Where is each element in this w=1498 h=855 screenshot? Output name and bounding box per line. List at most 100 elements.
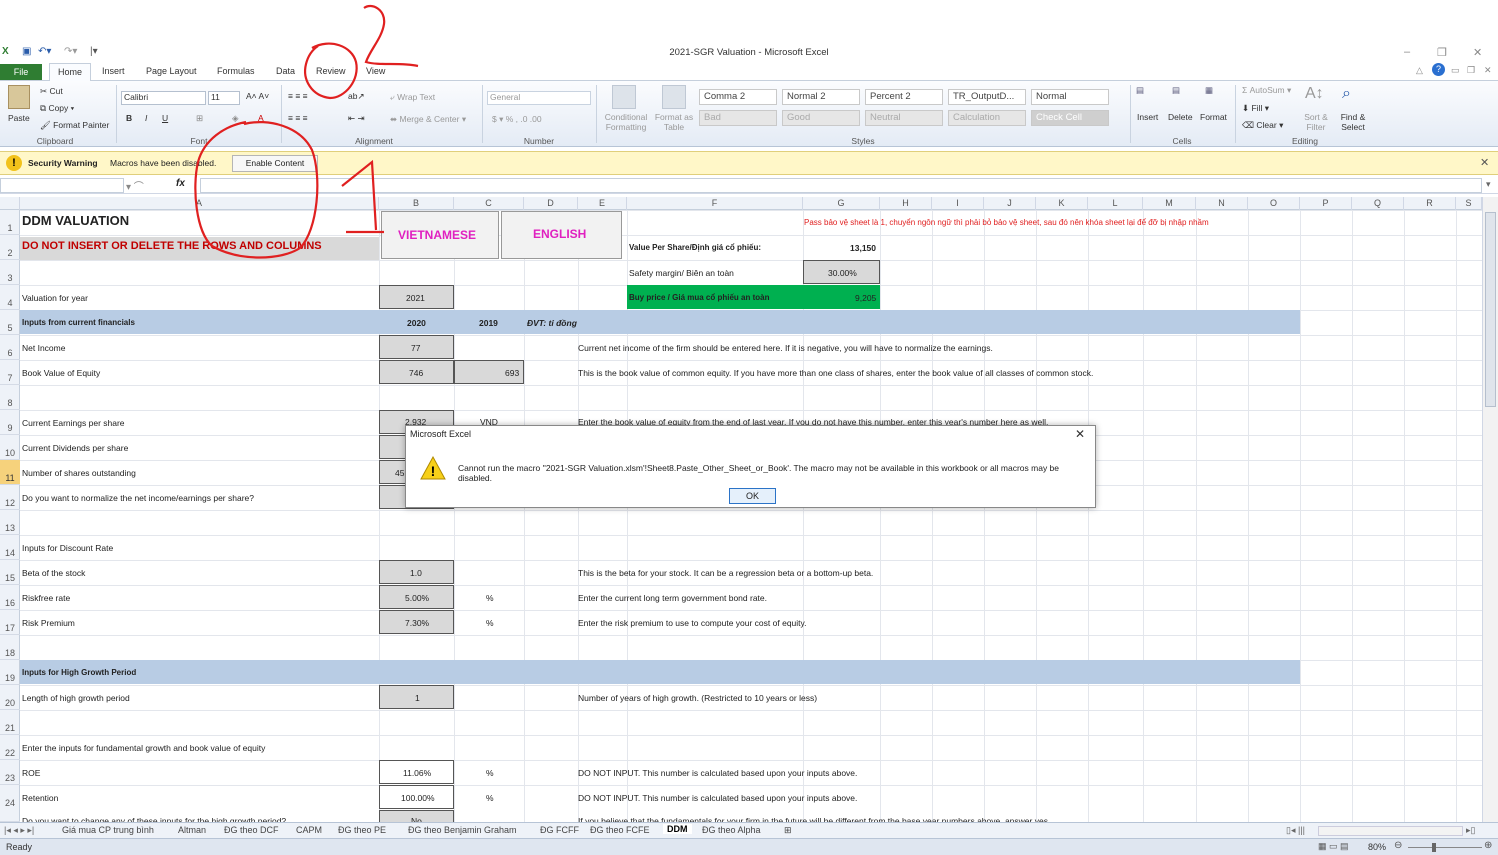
row-header[interactable]: 20 [0, 685, 20, 710]
tab-formulas[interactable]: Formulas [217, 66, 255, 76]
delete-cells-icon[interactable]: ▤ [1172, 85, 1180, 96]
sheet-tab[interactable]: Giá mua CP trung bình [62, 825, 154, 835]
sheet-nav-icon[interactable]: |◂ ◂ ▸ ▸| [4, 825, 34, 836]
copy-button[interactable]: ⧉ Copy ▾ [40, 103, 74, 114]
style-comma2[interactable]: Comma 2 [699, 89, 777, 105]
style-normal[interactable]: Normal [1031, 89, 1109, 105]
format-painter-button[interactable]: 🖌 Format Painter [40, 120, 109, 131]
paste-button[interactable]: Paste [8, 113, 30, 123]
column-header-q[interactable]: Q [1352, 197, 1404, 210]
autosum-button[interactable]: Σ AutoSum ▾ [1242, 85, 1291, 96]
font-name-select[interactable]: Calibri [121, 91, 206, 105]
column-header-p[interactable]: P [1300, 197, 1352, 210]
style-percent2[interactable]: Percent 2 [865, 89, 943, 105]
row-header[interactable]: 7 [0, 360, 20, 385]
sheet-tab[interactable]: DDM [663, 824, 692, 834]
zoom-slider-thumb[interactable] [1432, 843, 1436, 852]
clear-button[interactable]: ⌫ Clear ▾ [1242, 120, 1283, 131]
column-header-c[interactable]: C [454, 197, 524, 210]
view-mode-icons[interactable]: ▦ ▭ ▤ [1318, 841, 1349, 852]
fill-button[interactable]: ⬇ Fill ▾ [1242, 103, 1269, 114]
worksheet-grid[interactable]: DDM VALUATION DO NOT INSERT OR DELETE THE… [20, 210, 1482, 822]
row-header[interactable]: 9 [0, 410, 20, 435]
sheet-tab[interactable]: Altman [178, 825, 206, 835]
sheet-tab[interactable]: ĐG FCFF [540, 825, 579, 835]
expand-formula-icon[interactable]: ▾ [1486, 179, 1491, 190]
net-income-value[interactable]: 77 [411, 342, 420, 354]
sheet-tab[interactable]: ĐG theo DCF [224, 825, 279, 835]
safety-margin-value[interactable]: 30.00% [828, 267, 857, 279]
row-header[interactable]: 14 [0, 535, 20, 560]
row-header[interactable]: 2 [0, 235, 20, 260]
wb-close-icon[interactable]: ✕ [1484, 65, 1492, 76]
english-button-label[interactable]: ENGLISH [533, 228, 586, 240]
font-size-select[interactable]: 11 [208, 91, 240, 105]
zoom-slider[interactable] [1408, 847, 1482, 848]
close-window-icon[interactable]: ✕ [1473, 46, 1482, 59]
borders-icon[interactable]: ⊞ [196, 113, 203, 124]
column-header-d[interactable]: D [524, 197, 578, 210]
binoculars-icon[interactable]: ⌕ [1342, 85, 1351, 103]
bve-2019-value[interactable]: 693 [505, 367, 519, 379]
column-header-k[interactable]: K [1036, 197, 1088, 210]
tab-data[interactable]: Data [276, 66, 295, 76]
conditional-formatting-button[interactable]: Conditional Formatting [600, 112, 652, 132]
name-box[interactable] [0, 178, 124, 193]
dialog-close-icon[interactable]: ✕ [1075, 427, 1085, 441]
sort-filter-button[interactable]: Sort & Filter [1300, 112, 1332, 132]
column-header-j[interactable]: J [984, 197, 1036, 210]
row-header[interactable]: 16 [0, 585, 20, 610]
orientation-icon[interactable]: ab↗ [348, 91, 365, 102]
row-header[interactable]: 13 [0, 510, 20, 535]
valuation-year-value[interactable]: 2021 [406, 292, 425, 304]
wb-minimize-icon[interactable]: ▭ [1451, 65, 1460, 76]
row-header[interactable]: 6 [0, 335, 20, 360]
column-header-g[interactable]: G [803, 197, 880, 210]
column-header-r[interactable]: R [1404, 197, 1456, 210]
style-calculation[interactable]: Calculation [948, 110, 1026, 126]
bold-icon[interactable]: B [126, 113, 132, 123]
row-header[interactable]: 15 [0, 560, 20, 585]
hscroll-right-icon[interactable]: ▸▯ [1466, 825, 1475, 836]
zoom-in-icon[interactable]: ⊕ [1484, 840, 1492, 851]
style-neutral[interactable]: Neutral [865, 110, 943, 126]
row-header[interactable]: 19 [0, 660, 20, 685]
indent-icon[interactable]: ⇤ ⇥ [348, 113, 365, 124]
italic-icon[interactable]: I [145, 113, 147, 123]
row-header[interactable]: 4 [0, 285, 20, 310]
row-header[interactable]: 12 [0, 485, 20, 510]
risk-premium-value[interactable]: 7.30% [405, 617, 429, 629]
style-tr-output[interactable]: TR_OutputD... [948, 89, 1026, 105]
zoom-out-icon[interactable]: ⊖ [1394, 840, 1402, 851]
delete-cells-button[interactable]: Delete [1168, 112, 1193, 122]
tab-page-layout[interactable]: Page Layout [146, 66, 197, 76]
font-color-icon[interactable]: A [258, 113, 264, 123]
column-header-b[interactable]: B [379, 197, 454, 210]
column-header-l[interactable]: L [1088, 197, 1143, 210]
format-cells-icon[interactable]: ▦ [1205, 85, 1213, 96]
column-header-o[interactable]: O [1248, 197, 1300, 210]
column-header-m[interactable]: M [1143, 197, 1196, 210]
vietnamese-button-label[interactable]: VIETNAMESE [398, 229, 476, 241]
find-select-button[interactable]: Find & Select [1336, 112, 1370, 132]
sort-icon[interactable]: A↕ [1305, 85, 1324, 103]
insert-sheet-icon[interactable]: ⊞ [784, 825, 792, 836]
column-header-h[interactable]: H [880, 197, 932, 210]
enable-content-button[interactable]: Enable Content [232, 155, 318, 172]
sheet-tab[interactable]: ĐG theo PE [338, 825, 386, 835]
cut-button[interactable]: ✂ Cut [40, 86, 63, 97]
column-header-e[interactable]: E [578, 197, 627, 210]
row-header[interactable]: 3 [0, 260, 20, 285]
merge-center-button[interactable]: ⬌ Merge & Center ▾ [390, 114, 466, 125]
minimize-icon[interactable]: – [1404, 46, 1410, 58]
row-header[interactable]: 11 [0, 460, 20, 485]
row-header[interactable]: 18 [0, 635, 20, 660]
tab-view[interactable]: View [366, 66, 385, 76]
column-header-a[interactable]: A [20, 197, 379, 210]
insert-cells-icon[interactable]: ▤ [1136, 85, 1144, 96]
paste-icon[interactable] [8, 85, 30, 109]
row-header[interactable]: 24 [0, 785, 20, 822]
number-format-select[interactable]: General [487, 91, 591, 105]
row-header[interactable]: 1 [0, 210, 20, 235]
tab-file[interactable]: File [0, 64, 42, 80]
